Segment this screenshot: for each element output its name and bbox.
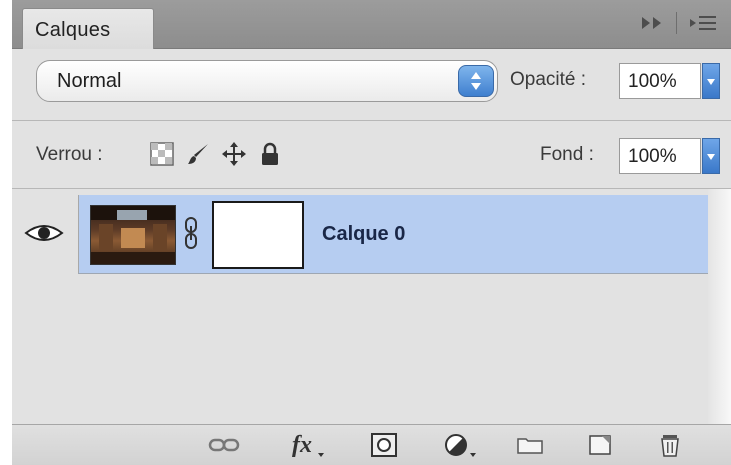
new-group-icon[interactable]	[514, 431, 546, 459]
blend-row: Normal Opacité : 100%	[12, 48, 731, 120]
double-arrow-icon[interactable]	[640, 14, 666, 32]
tab-bar-separator	[676, 12, 677, 34]
svg-text:fx: fx	[292, 432, 312, 458]
adjustment-layer-icon[interactable]	[442, 431, 482, 459]
divider	[12, 120, 731, 121]
row-separator	[78, 273, 708, 274]
delete-icon[interactable]	[654, 431, 686, 459]
fill-label: Fond :	[540, 144, 594, 165]
tab-calques[interactable]: Calques	[22, 8, 154, 49]
visibility-toggle[interactable]	[12, 195, 79, 273]
lock-all-icon[interactable]	[258, 142, 282, 166]
fx-icon[interactable]: fx	[288, 431, 328, 459]
layers-panel: Calques Normal Opacité : 100% Verrou: F…	[12, 0, 731, 465]
opacity-field[interactable]: 100%	[619, 63, 701, 99]
blend-mode-value: Normal	[57, 70, 122, 92]
fill-dropdown-icon[interactable]	[702, 138, 720, 174]
opacity-label: Opacité :	[510, 69, 587, 90]
layer-mask-thumbnail[interactable]	[212, 201, 304, 269]
lock-position-icon[interactable]	[222, 142, 246, 166]
fill-field[interactable]: 100%	[619, 138, 701, 174]
panel-bottom-bar: fx	[12, 424, 731, 465]
layer-name[interactable]: Calque 0	[322, 223, 405, 246]
layers-list: Calque 0	[12, 189, 731, 425]
blend-mode-select[interactable]: Normal	[36, 60, 498, 102]
tab-calques-label: Calques	[35, 19, 111, 41]
lock-transparency-icon[interactable]	[150, 142, 174, 166]
opacity-value: 100%	[628, 71, 677, 92]
panel-tab-bar: Calques	[12, 0, 731, 49]
layer-thumbnail[interactable]	[90, 205, 176, 265]
eye-icon[interactable]	[24, 221, 64, 245]
select-arrows-icon[interactable]	[458, 65, 494, 97]
link-layers-icon[interactable]	[208, 431, 240, 459]
panel-menu-icon[interactable]	[688, 12, 718, 34]
layer-row[interactable]: Calque 0	[12, 195, 708, 273]
add-mask-icon[interactable]	[368, 431, 400, 459]
lock-label: Verrou :	[36, 144, 103, 165]
lock-pixels-icon[interactable]	[186, 142, 210, 166]
opacity-dropdown-icon[interactable]	[702, 63, 720, 99]
chain-link-icon[interactable]	[184, 217, 198, 249]
scrollbar-track[interactable]	[708, 189, 731, 425]
lock-row: Verrou : Fond : 100%	[12, 122, 731, 188]
new-layer-icon[interactable]	[584, 431, 616, 459]
fill-value: 100%	[628, 146, 677, 167]
